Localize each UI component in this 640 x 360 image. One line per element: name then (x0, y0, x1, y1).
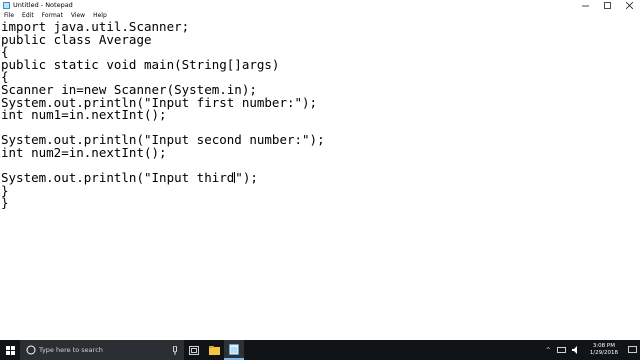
taskbar-clock[interactable]: 3:08 PM 1/29/2018 (590, 343, 618, 357)
search-placeholder: Type here to search (39, 346, 103, 354)
window-controls (574, 0, 640, 11)
start-button[interactable] (0, 340, 20, 360)
maximize-icon (603, 2, 611, 9)
notepad-icon (3, 2, 10, 9)
code-line: } (1, 195, 9, 211)
close-button[interactable] (618, 0, 640, 11)
title-bar: Untitled - Notepad (0, 0, 640, 11)
code-line: int num1=in.nextInt(); (1, 107, 167, 123)
notepad-taskbar-button[interactable] (224, 340, 244, 360)
window-title: Untitled - Notepad (13, 1, 73, 9)
task-view-icon (189, 345, 199, 355)
code-line: int num2=in.nextInt(); (1, 145, 167, 160)
code-text: System.out.println("Input third (1, 170, 235, 186)
code-text-after-caret: "); (235, 170, 258, 186)
microphone-icon[interactable] (172, 345, 178, 355)
chevron-up-icon[interactable]: ^ (546, 347, 551, 354)
code-line-caret: System.out.println("Input third"); (1, 171, 258, 184)
code-line: public class Average (1, 31, 152, 47)
windows-start-icon (5, 345, 15, 355)
minimize-button[interactable] (574, 0, 596, 11)
text-editor[interactable]: import java.util.Scanner; public class A… (0, 20, 640, 340)
task-view-button[interactable] (184, 340, 204, 360)
minimize-icon (581, 5, 589, 7)
taskbar-search[interactable]: Type here to search (20, 340, 184, 360)
code-line: public static void main(String[]args) (1, 56, 280, 72)
notification-icon (627, 346, 637, 353)
close-icon (625, 2, 633, 9)
taskbar: Type here to search ^ 3:08 PM 1/29/2018 (0, 340, 640, 360)
volume-icon[interactable] (571, 346, 581, 354)
network-icon[interactable] (556, 346, 566, 354)
system-tray: ^ 3:08 PM 1/29/2018 (543, 340, 640, 360)
search-icon (26, 345, 36, 355)
clock-time: 3:08 PM (592, 343, 615, 349)
notification-button[interactable] (624, 340, 640, 360)
file-explorer-button[interactable] (204, 340, 224, 360)
notepad-taskbar-icon (229, 343, 239, 355)
maximize-button[interactable] (596, 0, 618, 11)
clock-date: 1/29/2018 (589, 350, 618, 356)
file-explorer-icon (208, 345, 220, 355)
